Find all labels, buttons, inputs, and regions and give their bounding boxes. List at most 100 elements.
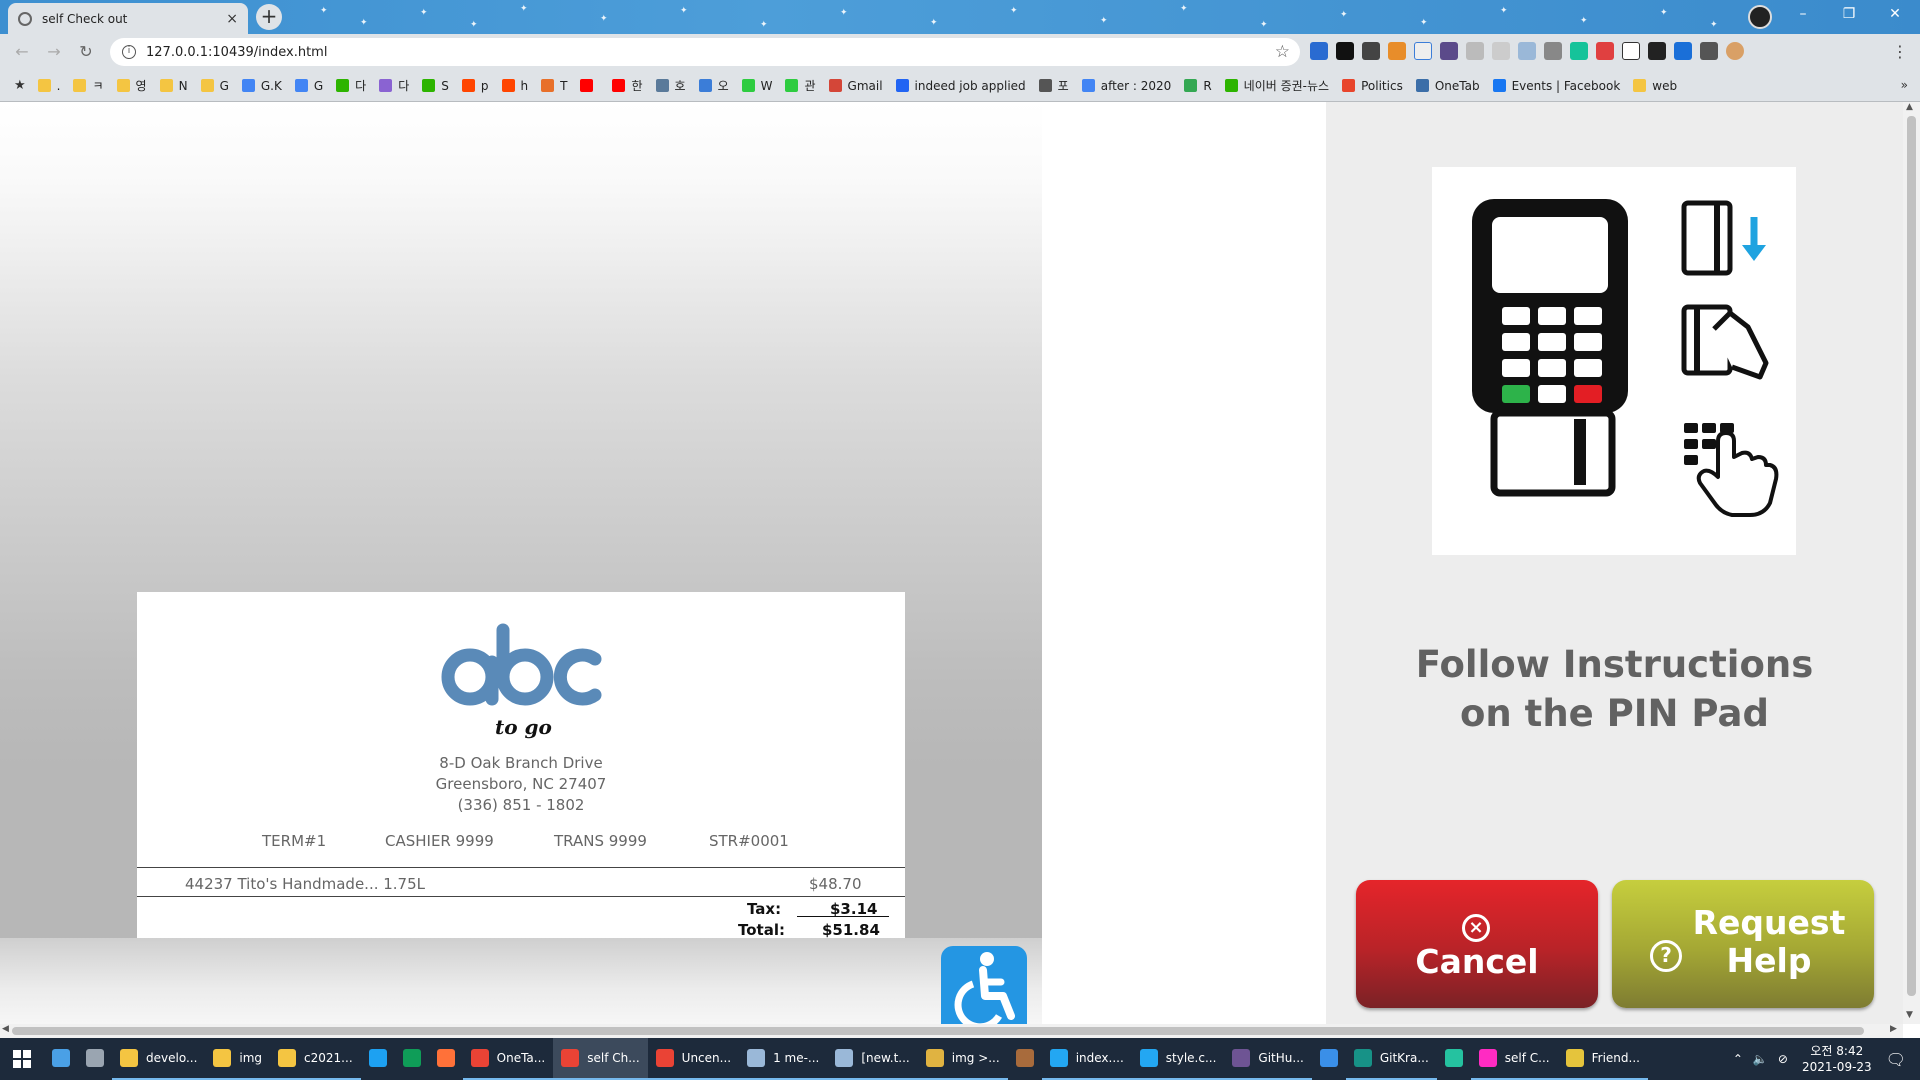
bookmark-item[interactable]: after : 2020 bbox=[1081, 79, 1171, 93]
extension-icon[interactable] bbox=[1674, 42, 1692, 60]
bookmark-item[interactable]: Politics bbox=[1342, 79, 1403, 93]
taskbar-app[interactable] bbox=[78, 1038, 112, 1080]
bookmark-item[interactable]: 다 bbox=[379, 77, 409, 94]
extension-icon[interactable] bbox=[1362, 42, 1380, 60]
taskbar-app[interactable]: [new.t... bbox=[827, 1038, 918, 1080]
taskbar-app[interactable]: 1 me-... bbox=[739, 1038, 828, 1080]
extension-icon[interactable] bbox=[1622, 42, 1640, 60]
cancel-button[interactable]: × Cancel bbox=[1356, 880, 1598, 1008]
extension-icon[interactable] bbox=[1310, 42, 1328, 60]
taskbar-app[interactable] bbox=[395, 1038, 429, 1080]
url-input[interactable]: i 127.0.0.1:10439/index.html ☆ bbox=[110, 38, 1300, 66]
taskbar-app[interactable] bbox=[1312, 1038, 1346, 1080]
taskbar-app[interactable]: self Ch... bbox=[553, 1038, 648, 1080]
bookmark-item[interactable]: Gmail bbox=[828, 79, 883, 93]
scroll-left-arrow[interactable]: ◀ bbox=[2, 1024, 9, 1034]
tray-chevron-icon[interactable]: ⌃ bbox=[1733, 1052, 1743, 1066]
scroll-down-arrow[interactable]: ▼ bbox=[1906, 1010, 1913, 1020]
scroll-up-arrow[interactable]: ▲ bbox=[1906, 102, 1913, 112]
bookmark-item[interactable]: G bbox=[294, 79, 323, 93]
browser-tab-active[interactable]: self Check out × bbox=[8, 3, 248, 34]
bookmark-item[interactable]: indeed job applied bbox=[895, 79, 1026, 93]
bookmark-item[interactable]: N bbox=[159, 79, 188, 93]
scroll-thumb[interactable] bbox=[1907, 116, 1916, 996]
forward-button[interactable]: → bbox=[42, 40, 66, 64]
request-help-button[interactable]: ? Request Help bbox=[1612, 880, 1874, 1008]
bookmark-item[interactable]: S bbox=[422, 79, 449, 93]
new-tab-button[interactable]: + bbox=[256, 4, 282, 30]
bookmark-item[interactable]: 포 bbox=[1038, 77, 1069, 94]
avatar[interactable] bbox=[1726, 42, 1744, 60]
bookmark-item[interactable] bbox=[580, 79, 599, 92]
taskbar-app[interactable] bbox=[429, 1038, 463, 1080]
back-button[interactable]: ← bbox=[10, 40, 34, 64]
accessibility-button[interactable] bbox=[941, 946, 1027, 1024]
taskbar-app[interactable]: self C... bbox=[1470, 1038, 1558, 1080]
extension-icon[interactable] bbox=[1518, 42, 1536, 60]
taskbar-app[interactable]: img >... bbox=[917, 1038, 1008, 1080]
bookmark-item[interactable]: 영 bbox=[116, 77, 147, 94]
bookmark-item[interactable]: W bbox=[741, 79, 772, 93]
bookmark-item[interactable]: 한 bbox=[612, 77, 643, 94]
extension-icon[interactable] bbox=[1388, 42, 1406, 60]
scroll-right-arrow[interactable]: ▶ bbox=[1890, 1024, 1897, 1034]
taskbar-app[interactable]: Friend... bbox=[1557, 1038, 1648, 1080]
bookmark-item[interactable]: T bbox=[541, 79, 567, 93]
taskbar-app[interactable]: c2021... bbox=[270, 1038, 361, 1080]
close-window-button[interactable]: ✕ bbox=[1872, 0, 1918, 30]
taskbar-app[interactable]: GitKra... bbox=[1345, 1038, 1437, 1080]
extension-icon[interactable] bbox=[1648, 42, 1666, 60]
bookmark-item[interactable]: p bbox=[461, 79, 489, 93]
minimize-button[interactable]: – bbox=[1780, 0, 1826, 30]
bookmark-star-icon[interactable]: ☆ bbox=[1275, 42, 1290, 62]
extension-icon[interactable] bbox=[1570, 42, 1588, 60]
bookmark-item[interactable]: 다 bbox=[336, 77, 366, 94]
taskbar-app[interactable]: GitHu... bbox=[1224, 1038, 1312, 1080]
taskbar-app[interactable]: index.... bbox=[1041, 1038, 1132, 1080]
bookmark-item[interactable]: 네이버 증권-뉴스 bbox=[1224, 77, 1329, 94]
taskbar-app[interactable]: style.c... bbox=[1131, 1038, 1225, 1080]
info-icon[interactable]: i bbox=[122, 45, 136, 59]
clock[interactable]: 오전 8:42 2021-09-23 bbox=[1802, 1043, 1872, 1075]
scroll-thumb[interactable] bbox=[12, 1027, 1864, 1035]
volume-icon[interactable]: 🔈 bbox=[1753, 1052, 1768, 1066]
horizontal-scrollbar[interactable]: ◀ ▶ bbox=[0, 1024, 1903, 1038]
menu-icon[interactable]: ⋮ bbox=[1892, 42, 1908, 61]
extension-icon[interactable] bbox=[1492, 42, 1510, 60]
start-button[interactable] bbox=[0, 1038, 44, 1080]
bookmark-item[interactable]: OneTab bbox=[1415, 79, 1480, 93]
extension-icon[interactable] bbox=[1440, 42, 1458, 60]
taskbar-app[interactable]: develo... bbox=[112, 1038, 206, 1080]
network-icon[interactable]: ⊘ bbox=[1778, 1052, 1788, 1066]
extension-icon[interactable] bbox=[1544, 42, 1562, 60]
profile-menu-icon[interactable] bbox=[1748, 5, 1772, 29]
bookmark-item[interactable]: G.K bbox=[241, 79, 282, 93]
puzzle-icon[interactable] bbox=[1700, 42, 1718, 60]
bookmark-item[interactable]: h bbox=[501, 79, 528, 93]
bookmark-item[interactable]: ㅋ bbox=[73, 77, 104, 94]
taskbar-app[interactable] bbox=[1008, 1038, 1042, 1080]
extension-icon[interactable] bbox=[1596, 42, 1614, 60]
taskbar-app[interactable] bbox=[361, 1038, 395, 1080]
extension-icon[interactable] bbox=[1414, 42, 1432, 60]
taskbar-app[interactable]: OneTa... bbox=[462, 1038, 554, 1080]
bookmarks-overflow-button[interactable]: » bbox=[1901, 78, 1908, 92]
bookmark-item[interactable]: web bbox=[1633, 79, 1677, 93]
vertical-scrollbar[interactable]: ▲ ▼ bbox=[1903, 102, 1920, 1024]
bookmark-item[interactable]: . bbox=[37, 79, 60, 93]
restore-button[interactable]: ❐ bbox=[1826, 0, 1872, 30]
bookmark-item[interactable]: 호 bbox=[655, 77, 686, 94]
bookmark-item[interactable]: 관 bbox=[785, 77, 816, 94]
notifications-icon[interactable]: 🗨 bbox=[1886, 1050, 1906, 1069]
close-tab-button[interactable]: × bbox=[226, 11, 238, 27]
bookmark-item[interactable]: Events | Facebook bbox=[1492, 79, 1620, 93]
taskbar-app[interactable]: img bbox=[205, 1038, 271, 1080]
reload-button[interactable]: ↻ bbox=[74, 40, 98, 64]
taskbar-app[interactable] bbox=[44, 1038, 78, 1080]
extension-icon[interactable] bbox=[1336, 42, 1354, 60]
bookmark-item[interactable]: G bbox=[200, 79, 229, 93]
taskbar-app[interactable] bbox=[1437, 1038, 1471, 1080]
bookmark-item[interactable]: 오 bbox=[698, 77, 729, 94]
bookmark-item[interactable]: R bbox=[1184, 79, 1212, 93]
extension-icon[interactable] bbox=[1466, 42, 1484, 60]
